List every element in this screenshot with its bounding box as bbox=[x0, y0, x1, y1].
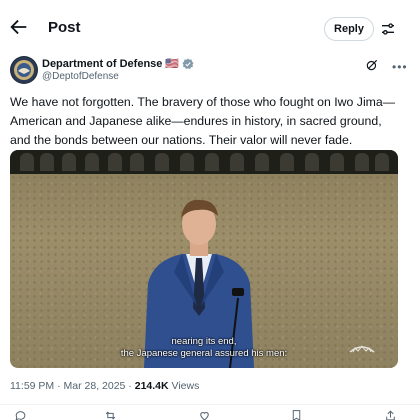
bookmark-action[interactable] bbox=[290, 409, 303, 420]
author-name: Department of Defense bbox=[42, 57, 163, 70]
verified-badge-icon bbox=[182, 58, 194, 69]
views-label: Views bbox=[171, 380, 200, 392]
share-icon bbox=[386, 410, 395, 420]
views-count: 214.4K bbox=[134, 380, 169, 392]
avatar[interactable] bbox=[10, 56, 38, 84]
top-bar: Post Reply bbox=[0, 0, 420, 52]
repost-action[interactable] bbox=[104, 409, 117, 420]
author-handle[interactable]: @DeptofDefense bbox=[42, 71, 119, 82]
post-time[interactable]: 11:59 PM bbox=[10, 380, 54, 392]
post-date[interactable]: Mar 28, 2025 bbox=[64, 380, 126, 392]
divider bbox=[0, 404, 420, 405]
action-bar bbox=[0, 409, 420, 420]
flag-icon: 🇺🇸 bbox=[165, 58, 180, 70]
video-player[interactable]: nearing its end, the Japanese general as… bbox=[10, 150, 398, 368]
dod-seal-icon bbox=[11, 57, 37, 83]
author-name-row[interactable]: Department of Defense 🇺🇸 bbox=[42, 57, 194, 70]
more-icon[interactable]: ••• bbox=[392, 60, 408, 74]
reply-icon bbox=[15, 411, 26, 420]
video-caption-line1: nearing its end, bbox=[171, 336, 237, 347]
reply-button[interactable]: Reply bbox=[324, 17, 374, 41]
like-action[interactable] bbox=[198, 409, 211, 420]
share-action[interactable] bbox=[384, 409, 397, 420]
author-row: Department of Defense 🇺🇸 @DeptofDefense … bbox=[10, 56, 420, 88]
post-text: We have not forgotten. The bravery of th… bbox=[10, 95, 396, 147]
arrow-left-icon[interactable] bbox=[8, 16, 30, 38]
repost-icon bbox=[105, 411, 116, 420]
page-title: Post bbox=[48, 19, 81, 36]
post-meta: 11:59 PM · Mar 28, 2025 · 214.4K Views bbox=[10, 380, 200, 392]
like-icon bbox=[200, 412, 209, 420]
grok-icon[interactable] bbox=[365, 58, 379, 72]
dod-watermark-icon bbox=[349, 345, 375, 353]
crowd-background bbox=[10, 150, 398, 174]
tune-icon[interactable] bbox=[380, 21, 396, 37]
reply-action[interactable] bbox=[14, 409, 27, 420]
bookmark-icon bbox=[292, 410, 301, 420]
video-caption-line2: the Japanese general assured his men: bbox=[120, 348, 288, 359]
